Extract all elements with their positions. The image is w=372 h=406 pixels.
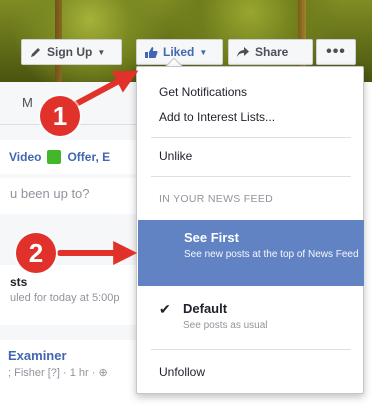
share-button[interactable]: Share [228,39,313,65]
chevron-down-icon: ▼ [199,47,208,57]
see-first-title: See First [184,230,239,245]
liked-button[interactable]: Liked ▼ [136,39,223,65]
get-notifications-item[interactable]: Get Notifications [137,85,363,99]
scheduled-title: sts [10,275,28,289]
see-first-description: See new posts at the top of News Feed [184,249,359,260]
unfollow-item[interactable]: Unfollow [137,365,363,379]
more-icon: ••• [326,43,346,60]
menu-divider [151,349,351,350]
composer-video-link[interactable]: Video [9,150,41,164]
composer-offer-link[interactable]: Offer, E [67,150,110,164]
scheduled-posts-box: sts uled for today at 5:00p [0,265,140,325]
unlike-item[interactable]: Unlike [137,149,363,163]
chevron-down-icon: ▼ [97,47,106,57]
scheduled-subtitle: uled for today at 5:00p [10,292,120,304]
post-author-link[interactable]: Examiner [8,348,140,363]
pencil-icon [29,46,42,59]
post-meta: ; Fisher [?] · 1 hr · ⊕ [8,367,108,379]
share-arrow-icon [236,46,250,58]
step-1-badge: 1 [40,96,80,136]
default-description: See posts as usual [183,320,268,331]
more-options-button[interactable]: ••• [316,39,356,65]
liked-label: Liked [163,45,195,59]
post-card: Examiner ; Fisher [?] · 1 hr · ⊕ [0,340,140,406]
thumbs-up-icon [144,46,158,59]
see-first-item[interactable]: See First See new posts at the top of Ne… [138,220,364,286]
screenshot-root: Sign Up ▼ Liked ▼ Share ••• M Video Offe… [0,0,372,406]
status-placeholder: u been up to? [10,186,90,201]
liked-dropdown-menu: Get Notifications Add to Interest Lists.… [136,66,364,394]
status-input[interactable]: u been up to? [0,178,140,214]
offer-icon [47,150,62,164]
sign-up-button[interactable]: Sign Up ▼ [21,39,122,65]
step-2-badge: 2 [16,233,56,273]
menu-divider [151,176,351,177]
news-feed-section-label: IN YOUR NEWS FEED [159,193,274,205]
composer-options: Video Offer, E [0,140,140,174]
add-to-interest-lists-item[interactable]: Add to Interest Lists... [137,110,363,124]
share-label: Share [255,45,289,59]
default-title: Default [183,301,228,316]
checkmark-icon: ✔ [159,301,171,317]
tab-partial[interactable]: M [22,95,33,110]
menu-divider [151,137,351,138]
sign-up-label: Sign Up [47,45,93,59]
